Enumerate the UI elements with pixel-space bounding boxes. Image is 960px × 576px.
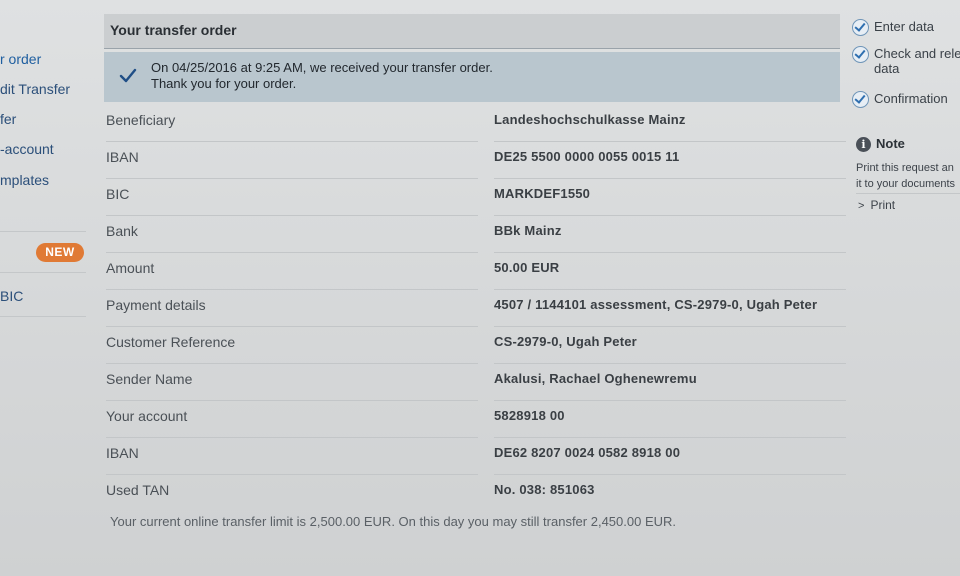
note-heading: i Note: [856, 136, 905, 152]
nav-item-templates[interactable]: mplates: [0, 172, 49, 188]
nav-item-label: fer: [0, 111, 17, 127]
detail-row-bank: Bank BBk Mainz: [104, 215, 846, 253]
step-confirmation: Confirmation: [852, 91, 948, 108]
nav-divider: [0, 272, 86, 273]
detail-label: Used TAN: [106, 482, 170, 498]
detail-label: Beneficiary: [106, 112, 478, 142]
detail-value: MARKDEF1550: [494, 186, 846, 216]
success-message-box: On 04/25/2016 at 9:25 AM, we received yo…: [104, 52, 840, 102]
nav-item-label: dit Transfer: [0, 81, 71, 97]
success-message-line2: Thank you for your order.: [151, 76, 297, 91]
nav-divider: [0, 316, 86, 317]
detail-value: Landeshochschulkasse Mainz: [494, 112, 846, 142]
step-label: Check and rele: [874, 46, 960, 61]
detail-value: 50.00 EUR: [494, 260, 846, 290]
step-label-line2: data: [874, 61, 900, 76]
nav-item-transfer[interactable]: fer: [0, 111, 16, 127]
check-circle-icon: [852, 19, 869, 36]
detail-label: Amount: [106, 260, 478, 290]
nav-divider: [0, 231, 86, 232]
info-icon: i: [856, 137, 871, 152]
check-circle-icon: [852, 46, 869, 63]
detail-value: BBk Mainz: [494, 223, 846, 253]
detail-value: DE25 5500 0000 0055 0015 11: [494, 149, 846, 179]
detail-label: IBAN: [106, 149, 478, 179]
chevron-right-icon: >: [858, 200, 865, 212]
detail-value: 4507 / 1144101 assessment, CS-2979-0, Ug…: [494, 297, 846, 327]
check-circle-icon: [852, 91, 869, 108]
detail-row-customer-reference: Customer Reference CS-2979-0, Ugah Peter: [104, 326, 846, 364]
page: r order dit Transfer fer -account mplate…: [0, 0, 960, 576]
nav-item-transfer-order[interactable]: r order: [0, 51, 41, 67]
nav-item-bic[interactable]: BIC: [0, 288, 23, 304]
success-message: On 04/25/2016 at 9:25 AM, we received yo…: [151, 60, 493, 92]
success-message-line1: On 04/25/2016 at 9:25 AM, we received yo…: [151, 60, 493, 75]
print-label: Print: [870, 198, 896, 212]
nav-item-label: mplates: [0, 172, 50, 188]
step-label: Confirmation: [874, 91, 948, 106]
detail-value: No. 038: 851063: [494, 482, 595, 497]
note-title: Note: [876, 136, 905, 151]
new-badge: NEW: [36, 243, 84, 262]
print-link[interactable]: > Print: [858, 198, 895, 212]
checkmark-icon: [119, 68, 137, 83]
detail-row-your-account: Your account 5828918 00: [104, 400, 846, 438]
detail-label: Payment details: [106, 297, 478, 327]
step-label: Enter data: [874, 19, 934, 34]
detail-label: IBAN: [106, 445, 478, 475]
nav-item-label: r order: [0, 51, 42, 67]
detail-label: Bank: [106, 223, 478, 253]
detail-row-sender-name: Sender Name Akalusi, Rachael Oghenewremu: [104, 363, 846, 401]
detail-label: Your account: [106, 408, 478, 438]
detail-value: 5828918 00: [494, 408, 846, 438]
step-enter-data: Enter data: [852, 19, 934, 36]
left-navigation: r order dit Transfer fer -account mplate…: [0, 0, 86, 576]
right-sidebar: Enter data Check and rele data Confirmati…: [848, 0, 960, 576]
detail-label: Customer Reference: [106, 334, 478, 364]
nav-item-credit-transfer[interactable]: dit Transfer: [0, 81, 70, 97]
nav-item-label: -account: [0, 141, 54, 157]
nav-item-account[interactable]: -account: [0, 141, 54, 157]
detail-row-bic: BIC MARKDEF1550: [104, 178, 846, 216]
note-line2: it to your documents: [856, 178, 956, 190]
step-label-group: Check and rele data: [874, 46, 960, 76]
note-text: Print this request an it to your documen…: [856, 160, 955, 192]
detail-label: BIC: [106, 186, 478, 216]
transfer-limit-text: Your current online transfer limit is 2,…: [110, 514, 677, 529]
note-divider: [856, 193, 960, 194]
detail-row-used-tan: Used TAN No. 038: 851063: [104, 474, 840, 511]
detail-value: CS-2979-0, Ugah Peter: [494, 334, 846, 364]
detail-value: DE62 8207 0024 0582 8918 00: [494, 445, 846, 475]
transfer-order-panel: Your transfer order On 04/25/2016 at 9:2…: [104, 14, 846, 511]
panel-title: Your transfer order: [104, 14, 840, 49]
note-line1: Print this request an: [856, 162, 954, 174]
detail-row-payment-details: Payment details 4507 / 1144101 assessmen…: [104, 289, 846, 327]
transfer-details: Beneficiary Landeshochschulkasse Mainz I…: [104, 104, 846, 511]
step-check-release-data: Check and rele data: [852, 46, 960, 76]
detail-row-sender-iban: IBAN DE62 8207 0024 0582 8918 00: [104, 437, 846, 475]
detail-row-iban: IBAN DE25 5500 0000 0055 0015 11: [104, 141, 846, 179]
detail-label: Sender Name: [106, 371, 478, 401]
nav-item-label: BIC: [0, 288, 24, 304]
detail-row-beneficiary: Beneficiary Landeshochschulkasse Mainz: [104, 104, 846, 142]
detail-value: Akalusi, Rachael Oghenewremu: [494, 371, 846, 401]
detail-row-amount: Amount 50.00 EUR: [104, 252, 846, 290]
